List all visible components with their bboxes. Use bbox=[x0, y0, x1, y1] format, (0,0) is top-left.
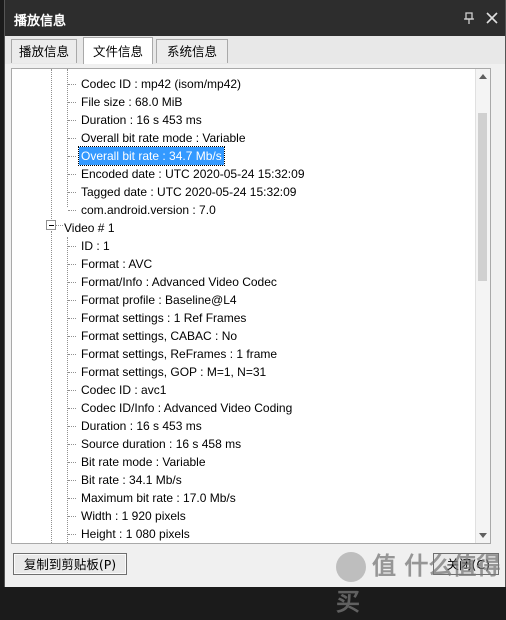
tree-item[interactable]: Duration : 16 s 453 ms bbox=[81, 417, 202, 435]
tree-item[interactable]: Format : AVC bbox=[81, 255, 152, 273]
tree-line bbox=[68, 192, 76, 193]
tree-line bbox=[68, 138, 76, 139]
tree-line bbox=[68, 282, 76, 283]
tree-item[interactable]: Overall bit rate mode : Variable bbox=[81, 129, 246, 147]
tab-playback-info[interactable]: 播放信息 bbox=[11, 39, 77, 63]
tree-item[interactable]: Format settings, ReFrames : 1 frame bbox=[81, 345, 277, 363]
tree-line bbox=[68, 390, 76, 391]
tree-line bbox=[68, 462, 76, 463]
tree-item[interactable]: Codec ID : mp42 (isom/mp42) bbox=[81, 75, 241, 93]
tree-line bbox=[55, 225, 63, 226]
collapse-icon[interactable] bbox=[46, 220, 56, 230]
tree-line bbox=[68, 210, 76, 211]
tree-item[interactable]: Overall bit rate : 34.7 Mb/s bbox=[78, 146, 225, 166]
close-icon[interactable] bbox=[485, 11, 499, 25]
tree-line bbox=[68, 444, 76, 445]
tree-item[interactable]: Format settings, CABAC : No bbox=[81, 327, 237, 345]
tree-item[interactable]: File size : 68.0 MiB bbox=[81, 93, 182, 111]
tab-file-info[interactable]: 文件信息 bbox=[83, 37, 153, 65]
tree-line bbox=[51, 69, 52, 219]
tree-item[interactable]: Bit rate : 34.1 Mb/s bbox=[81, 471, 182, 489]
vertical-scrollbar[interactable] bbox=[475, 69, 490, 543]
tree-item[interactable]: com.android.version : 7.0 bbox=[81, 201, 216, 219]
tree-item[interactable]: Codec ID/Info : Advanced Video Coding bbox=[81, 399, 292, 417]
tree-line bbox=[68, 264, 76, 265]
tree-group-video[interactable]: Video # 1 bbox=[64, 219, 115, 237]
tree-item[interactable]: Format profile : Baseline@L4 bbox=[81, 291, 237, 309]
pin-icon[interactable] bbox=[463, 12, 475, 24]
tab-system-info[interactable]: 系统信息 bbox=[156, 39, 228, 63]
tree-line bbox=[68, 246, 76, 247]
watermark: 值 什么值得买 bbox=[336, 548, 506, 616]
window-title: 播放信息 bbox=[14, 14, 67, 29]
tree-item[interactable]: Encoded date : UTC 2020-05-24 15:32:09 bbox=[81, 165, 305, 183]
tree-line bbox=[68, 318, 76, 319]
tree-item[interactable]: Source duration : 16 s 458 ms bbox=[81, 435, 241, 453]
tree-item[interactable]: Format settings, GOP : M=1, N=31 bbox=[81, 363, 266, 381]
tree-line bbox=[68, 498, 76, 499]
tree-item[interactable]: Maximum bit rate : 17.0 Mb/s bbox=[81, 489, 236, 507]
copy-to-clipboard-button[interactable]: 复制到剪贴板(P) bbox=[13, 553, 127, 575]
tree-item[interactable]: Width : 1 920 pixels bbox=[81, 507, 186, 525]
tree-item[interactable]: Tagged date : UTC 2020-05-24 15:32:09 bbox=[81, 183, 296, 201]
watermark-logo-icon bbox=[336, 552, 366, 582]
tree-item[interactable]: Format/Info : Advanced Video Codec bbox=[81, 273, 277, 291]
tree-line bbox=[68, 84, 76, 85]
tree-line bbox=[68, 480, 76, 481]
tree-line bbox=[68, 426, 76, 427]
tree-line bbox=[68, 534, 76, 535]
tree-item[interactable]: Height : 1 080 pixels bbox=[81, 525, 190, 543]
tree-item[interactable]: Bit rate mode : Variable bbox=[81, 453, 206, 471]
info-tree[interactable]: Codec ID : mp42 (isom/mp42) File size : 6… bbox=[11, 68, 491, 544]
tree-item[interactable]: Duration : 16 s 453 ms bbox=[81, 111, 202, 129]
tree-line bbox=[68, 354, 76, 355]
scroll-thumb[interactable] bbox=[478, 113, 487, 281]
title-bar: 播放信息 bbox=[5, 0, 505, 36]
tree-line bbox=[68, 372, 76, 373]
tree-item[interactable]: ID : 1 bbox=[81, 237, 110, 255]
scroll-up-icon[interactable] bbox=[479, 74, 487, 79]
tree-line bbox=[68, 102, 76, 103]
tree-item[interactable]: Format settings : 1 Ref Frames bbox=[81, 309, 246, 327]
tree-line bbox=[68, 336, 76, 337]
tree-line bbox=[68, 174, 76, 175]
content-area: Codec ID : mp42 (isom/mp42) File size : 6… bbox=[5, 64, 505, 546]
tree-line bbox=[68, 300, 76, 301]
tree-line bbox=[68, 516, 76, 517]
tree-line bbox=[68, 120, 76, 121]
tree-item[interactable]: Codec ID : avc1 bbox=[81, 381, 166, 399]
tree-line bbox=[51, 231, 52, 543]
media-info-panel: 播放信息 播放信息 文件信息 系统信息 Codec ID: mp42 (iso… bbox=[4, 0, 506, 587]
tab-bar: 播放信息 文件信息 系统信息 bbox=[5, 36, 505, 65]
tree-line bbox=[68, 156, 76, 157]
scroll-down-icon[interactable] bbox=[479, 533, 487, 538]
tree-line bbox=[68, 408, 76, 409]
